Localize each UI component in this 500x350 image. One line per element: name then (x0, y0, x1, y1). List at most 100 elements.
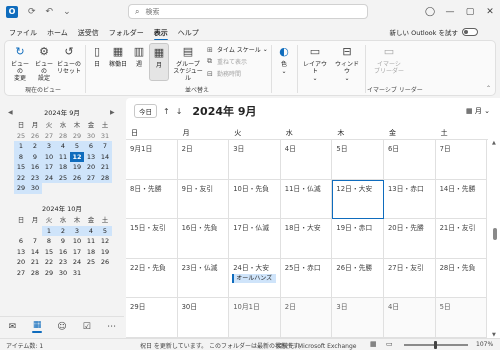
mini-cal-day[interactable]: 25 (56, 172, 70, 183)
mini-cal-day[interactable]: 28 (28, 268, 42, 279)
mini-cal-day[interactable]: 12 (98, 236, 112, 247)
normal-view-icon[interactable]: ▦ (370, 340, 377, 348)
mini-cal-day[interactable]: 27 (42, 131, 56, 142)
mini-cal-day[interactable]: 19 (98, 247, 112, 258)
mini-cal-day[interactable]: 15 (42, 247, 56, 258)
mini-cal-day[interactable]: 7 (28, 236, 42, 247)
day-cell[interactable]: 3日 (229, 140, 281, 180)
day-cell[interactable]: 13日・赤口 (383, 179, 436, 220)
mini-cal-day[interactable]: 24 (70, 257, 84, 268)
more-apps-icon[interactable]: ⋯ (103, 322, 121, 332)
mini-cal-day[interactable]: 9 (28, 151, 42, 162)
calendar-icon[interactable]: ▦ (28, 320, 46, 333)
mini-cal-day[interactable]: 25 (14, 131, 28, 142)
mini-cal-day[interactable]: 19 (70, 162, 84, 173)
mini-cal-day[interactable]: 18 (56, 162, 70, 173)
mini-cal-day[interactable]: 20 (14, 257, 28, 268)
layout-button[interactable]: ▭ レイアウト ⌄ (301, 45, 329, 82)
day-cell[interactable]: 10日・先負 (229, 179, 281, 220)
day-cell[interactable]: 2日 (177, 140, 230, 180)
mini-cal-day[interactable]: 16 (28, 162, 42, 173)
day-cell[interactable]: 7日 (435, 140, 488, 180)
time-scale-dropdown[interactable]: ⊞ タイム スケール ⌄ (207, 45, 268, 55)
mini-cal-day[interactable]: 22 (42, 257, 56, 268)
mini-cal-day[interactable]: 1 (42, 225, 56, 236)
vertical-scrollbar[interactable]: ▲ ▼ (492, 140, 498, 338)
sync-icon[interactable]: ⟳ (28, 7, 36, 17)
day-cell[interactable]: 17日・仏滅 (229, 219, 281, 259)
day-cell[interactable]: 8日・先勝 (126, 179, 178, 220)
mini-cal-day[interactable]: 27 (84, 172, 98, 183)
day-cell[interactable]: 2日 (280, 298, 333, 338)
scroll-up-icon[interactable]: ▲ (492, 140, 496, 146)
mini-cal-day[interactable]: 23 (28, 172, 42, 183)
week-view-button[interactable]: ▥ 週 (131, 45, 147, 68)
mini-cal-day[interactable]: 26 (98, 257, 112, 268)
calendar-event[interactable]: オールハンズ (232, 273, 277, 283)
day-cell[interactable]: 20日・先勝 (383, 219, 436, 259)
prev-month-icon[interactable]: ↑ (163, 107, 170, 116)
mini-cal-day[interactable]: 7 (98, 141, 112, 152)
mini-cal-day[interactable]: 16 (56, 247, 70, 258)
mini-cal-day[interactable]: 29 (70, 131, 84, 142)
minimize-button[interactable]: — (440, 7, 460, 17)
day-cell[interactable]: 24日・大安 オールハンズ (229, 258, 281, 299)
mini-cal-day[interactable]: 4 (56, 141, 70, 152)
menu-folder[interactable]: フォルダー (104, 26, 149, 40)
month-view-button[interactable]: ▦ 月 (149, 43, 169, 81)
day-cell[interactable]: 4日 (280, 140, 333, 180)
mini-cal-day[interactable]: 13 (14, 247, 28, 258)
mini-cal-day[interactable]: 30 (28, 183, 42, 194)
mini-cal-day[interactable]: 28 (98, 172, 112, 183)
day-cell[interactable]: 29日 (126, 298, 178, 338)
day-cell[interactable]: 23日・仏滅 (177, 258, 230, 299)
mini-cal-day[interactable]: 30 (84, 131, 98, 142)
next-month-icon[interactable]: ↓ (176, 107, 183, 116)
menu-file[interactable]: ファイル (4, 26, 42, 40)
mini-cal-day[interactable]: 26 (70, 172, 84, 183)
day-cell[interactable]: 9月1日 (126, 140, 178, 180)
mini-cal-next-icon[interactable]: ▶ (110, 109, 115, 116)
group-schedule-button[interactable]: ▤ グループ スケジュール (173, 45, 203, 82)
menu-home[interactable]: ホーム (42, 26, 73, 40)
day-cell[interactable]: 10月1日 (229, 298, 281, 338)
day-cell[interactable]: 18日・大安 (280, 219, 333, 259)
menu-view[interactable]: 表示 (149, 26, 173, 41)
new-outlook-toggle[interactable] (462, 28, 478, 36)
mini-cal-day[interactable]: 9 (56, 236, 70, 247)
undo-icon[interactable]: ↶ (46, 7, 54, 17)
window-button[interactable]: ⊟ ウィンドウ ⌄ (333, 45, 361, 82)
day-cell[interactable]: 22日・先負 (126, 258, 178, 299)
mini-cal-day[interactable]: 25 (84, 257, 98, 268)
mini-cal-day[interactable]: 30 (56, 268, 70, 279)
day-cell[interactable]: 3日 (332, 298, 384, 338)
mini-cal-day[interactable]: 2 (28, 141, 42, 152)
mini-cal-day[interactable]: 14 (28, 247, 42, 258)
day-cell[interactable]: 12日・大安 (332, 179, 384, 220)
menu-help[interactable]: ヘルプ (173, 26, 204, 40)
mini-cal-day[interactable]: 6 (84, 141, 98, 152)
maximize-button[interactable]: ▢ (460, 7, 480, 17)
mini-cal-day[interactable]: 31 (98, 131, 112, 142)
mini-cal-day[interactable]: 10 (42, 151, 56, 162)
mini-cal-day[interactable]: 26 (28, 131, 42, 142)
collapse-ribbon-icon[interactable]: ⌃ (486, 85, 491, 92)
day-cell[interactable]: 15日・友引 (126, 219, 178, 259)
tasks-icon[interactable]: ☑ (78, 322, 96, 332)
people-icon[interactable]: ☺ (53, 322, 71, 332)
day-cell[interactable]: 16日・先負 (177, 219, 230, 259)
mini-cal-day[interactable]: 22 (14, 172, 28, 183)
day-cell[interactable]: 26日・先勝 (332, 258, 384, 299)
mini-cal-day[interactable]: 10 (70, 236, 84, 247)
reading-view-icon[interactable]: ▭ (386, 340, 393, 348)
day-cell[interactable]: 4日 (383, 298, 436, 338)
day-cell[interactable]: 6日 (383, 140, 436, 180)
mini-cal-day[interactable]: 11 (56, 151, 70, 162)
mini-cal-day[interactable]: 24 (42, 172, 56, 183)
mini-cal-day[interactable]: 11 (84, 236, 98, 247)
day-cell[interactable]: 5日 (435, 298, 488, 338)
change-view-button[interactable]: ↻ ビューの 変更 (9, 45, 31, 82)
day-cell[interactable]: 19日・赤口 (332, 219, 384, 259)
mini-cal-day[interactable]: 21 (28, 257, 42, 268)
zoom-slider-thumb[interactable] (434, 341, 437, 349)
